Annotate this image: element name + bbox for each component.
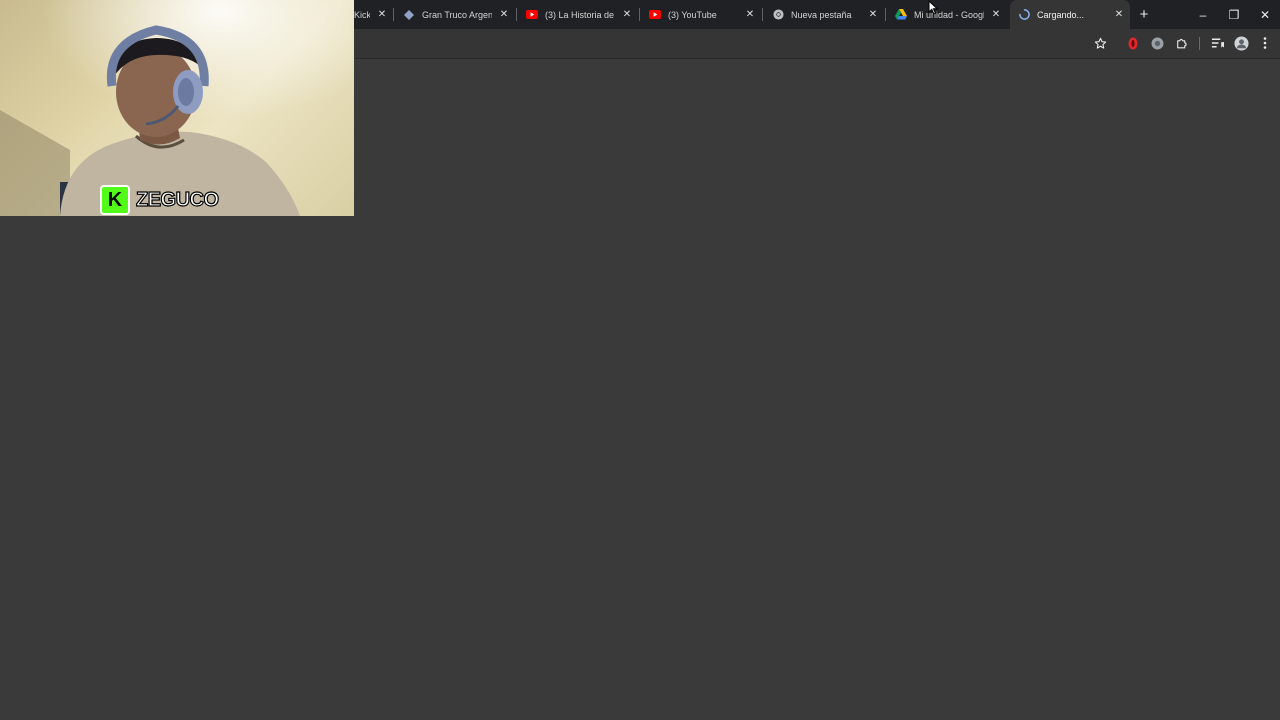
streamer-webcam-overlay: K ZEGUCO (0, 0, 354, 216)
tab-close-icon[interactable]: ✕ (376, 9, 388, 21)
tab-title: Cargando... (1037, 9, 1085, 20)
tab-close-icon[interactable]: ✕ (867, 9, 879, 21)
youtube-favicon (525, 8, 539, 22)
tab-gran-truco[interactable]: Gran Truco Argentino ✕ (402, 0, 510, 29)
tab-title: (3) La Historia de Car (545, 9, 615, 20)
tab-close-icon[interactable]: ✕ (1113, 9, 1125, 21)
tab-separator (762, 8, 763, 21)
tab-youtube[interactable]: (3) YouTube ✕ (648, 0, 756, 29)
streamer-name: ZEGUCO (135, 188, 219, 211)
webcam-person-image (0, 0, 354, 216)
tab-separator (639, 8, 640, 21)
game-favicon (402, 8, 416, 22)
profile-avatar-icon[interactable] (1232, 34, 1250, 52)
tab-close-icon[interactable]: ✕ (621, 9, 633, 21)
extension-red-icon[interactable] (1124, 34, 1142, 52)
chrome-favicon (771, 8, 785, 22)
kick-logo-icon: K (100, 185, 130, 215)
tab-separator (885, 8, 886, 21)
youtube-favicon (648, 8, 662, 22)
tab-historia[interactable]: (3) La Historia de Car ✕ (525, 0, 633, 29)
tab-title: Kick (354, 9, 370, 20)
tab-close-icon[interactable]: ✕ (498, 9, 510, 21)
tab-nueva-pestana[interactable]: Nueva pestaña ✕ (771, 0, 879, 29)
minimize-button[interactable]: – (1188, 0, 1218, 29)
more-menu-icon[interactable] (1256, 34, 1274, 52)
tab-google-drive[interactable]: Mi unidad - Google D ✕ (894, 0, 1002, 29)
streamer-name-badge: K ZEGUCO (100, 185, 220, 215)
tab-title: (3) YouTube (668, 9, 717, 20)
tab-separator (516, 8, 517, 21)
close-window-button[interactable]: ✕ (1250, 0, 1280, 29)
toolbar-separator (1199, 37, 1200, 50)
tab-close-icon[interactable]: ✕ (744, 9, 756, 21)
loading-spinner-icon (1017, 8, 1031, 22)
tab-title: Gran Truco Argentino (422, 9, 492, 20)
restore-button[interactable]: ❐ (1219, 0, 1249, 29)
tab-title: Mi unidad - Google D (914, 9, 984, 20)
google-drive-favicon (894, 8, 908, 22)
extension-gray-icon[interactable] (1148, 34, 1166, 52)
new-tab-button[interactable]: + (1134, 4, 1154, 24)
bookmark-star-icon[interactable] (1091, 34, 1109, 52)
tab-cargando[interactable]: Cargando... ✕ (1010, 0, 1130, 29)
tab-kick[interactable]: Kick ✕ (354, 0, 388, 29)
extensions-puzzle-icon[interactable] (1172, 34, 1190, 52)
tab-close-icon[interactable]: ✕ (990, 9, 1002, 21)
tab-separator (393, 8, 394, 21)
tab-title: Nueva pestaña (791, 9, 852, 20)
mouse-cursor-icon (928, 0, 939, 20)
reading-list-icon[interactable] (1208, 34, 1226, 52)
